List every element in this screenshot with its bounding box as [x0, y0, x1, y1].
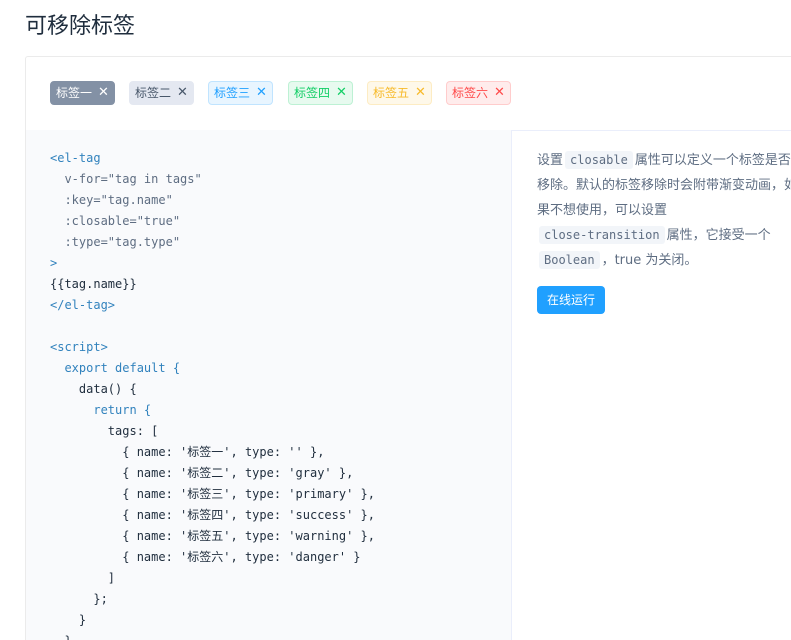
tag-3: 标签三 ✕ — [208, 81, 273, 105]
code-line: }; — [50, 592, 108, 606]
code-line: { name: '标签六', type: 'danger' } — [50, 550, 361, 564]
code-line: ] — [50, 571, 116, 585]
tag-6: 标签六 ✕ — [446, 81, 511, 105]
code-close-transition: close-transition — [539, 226, 665, 244]
code-line: return { — [50, 403, 152, 417]
close-icon[interactable]: ✕ — [336, 82, 347, 104]
code-line: tags: [ — [50, 424, 159, 438]
close-icon[interactable]: ✕ — [494, 82, 505, 104]
code-line: </el-tag> — [50, 298, 116, 312]
tags-row: 标签一 ✕ 标签二 ✕ 标签三 ✕ 标签四 ✕ 标签五 ✕ 标签六 ✕ — [26, 57, 791, 131]
code-panel: <el-tag v-for="tag in tags" :key="tag.na… — [26, 130, 512, 640]
tag-label: 标签一 — [56, 86, 93, 100]
tag-2: 标签二 ✕ — [129, 81, 194, 105]
close-icon[interactable]: ✕ — [98, 82, 109, 104]
code-line: :closable="true" — [50, 214, 181, 228]
code-closable: closable — [565, 151, 633, 169]
code-line: } — [50, 613, 87, 627]
description-panel: 设置 closable 属性可以定义一个标签是否可移除。默认的标签移除时会附带渐变动… — [513, 130, 791, 640]
tag-1: 标签一 ✕ — [50, 81, 115, 105]
code-line: v-for="tag in tags" — [50, 172, 202, 186]
description-text: 设置 closable 属性可以定义一个标签是否可移除。默认的标签移除时会附带渐变动… — [537, 148, 791, 273]
desc-part1: 设置 — [537, 153, 564, 168]
page-title: 可移除标签 — [25, 14, 136, 39]
tag-label: 标签五 — [373, 86, 410, 100]
code-line: { name: '标签四', type: 'success' }, — [50, 508, 375, 522]
close-icon[interactable]: ✕ — [415, 82, 426, 104]
run-online-button[interactable]: 在线运行 — [537, 286, 606, 314]
code-line: export default { — [50, 361, 181, 375]
code-line: <script> — [50, 340, 108, 354]
code-line: > — [50, 256, 58, 270]
tag-label: 标签三 — [214, 86, 251, 100]
code-line: } — [50, 631, 511, 640]
demo-block: 标签一 ✕ 标签二 ✕ 标签三 ✕ 标签四 ✕ 标签五 ✕ 标签六 ✕ <el-tag v-for="… — [25, 56, 791, 640]
tag-label: 标签六 — [452, 86, 489, 100]
code-line: { name: '标签二', type: 'gray' }, — [50, 466, 354, 480]
desc-part3: 属性，它接受一个 — [666, 228, 771, 243]
code-line: { name: '标签五', type: 'warning' }, — [50, 529, 375, 543]
code-line: data() { — [50, 382, 137, 396]
code-line: :type="tag.type" — [50, 235, 181, 249]
tag-label: 标签二 — [135, 86, 172, 100]
code-line: :key="tag.name" — [50, 193, 173, 207]
code-line: { name: '标签三', type: 'primary' }, — [50, 487, 375, 501]
page: 可移除标签 标签一 ✕ 标签二 ✕ 标签三 ✕ 标签四 ✕ 标签五 ✕ 标签六 ✕ <el-tag v… — [0, 0, 791, 640]
code-line: <el-tag — [50, 151, 101, 165]
close-icon[interactable]: ✕ — [256, 82, 267, 104]
code-boolean: Boolean — [539, 251, 600, 269]
tag-5: 标签五 ✕ — [367, 81, 432, 105]
code-line: { name: '标签一', type: '' }, — [50, 445, 325, 459]
code-line: {{tag.name}} — [50, 277, 137, 291]
desc-part4: ，true 为关闭。 — [601, 253, 698, 268]
tag-4: 标签四 ✕ — [288, 81, 353, 105]
tag-label: 标签四 — [294, 86, 331, 100]
close-icon[interactable]: ✕ — [177, 82, 188, 104]
